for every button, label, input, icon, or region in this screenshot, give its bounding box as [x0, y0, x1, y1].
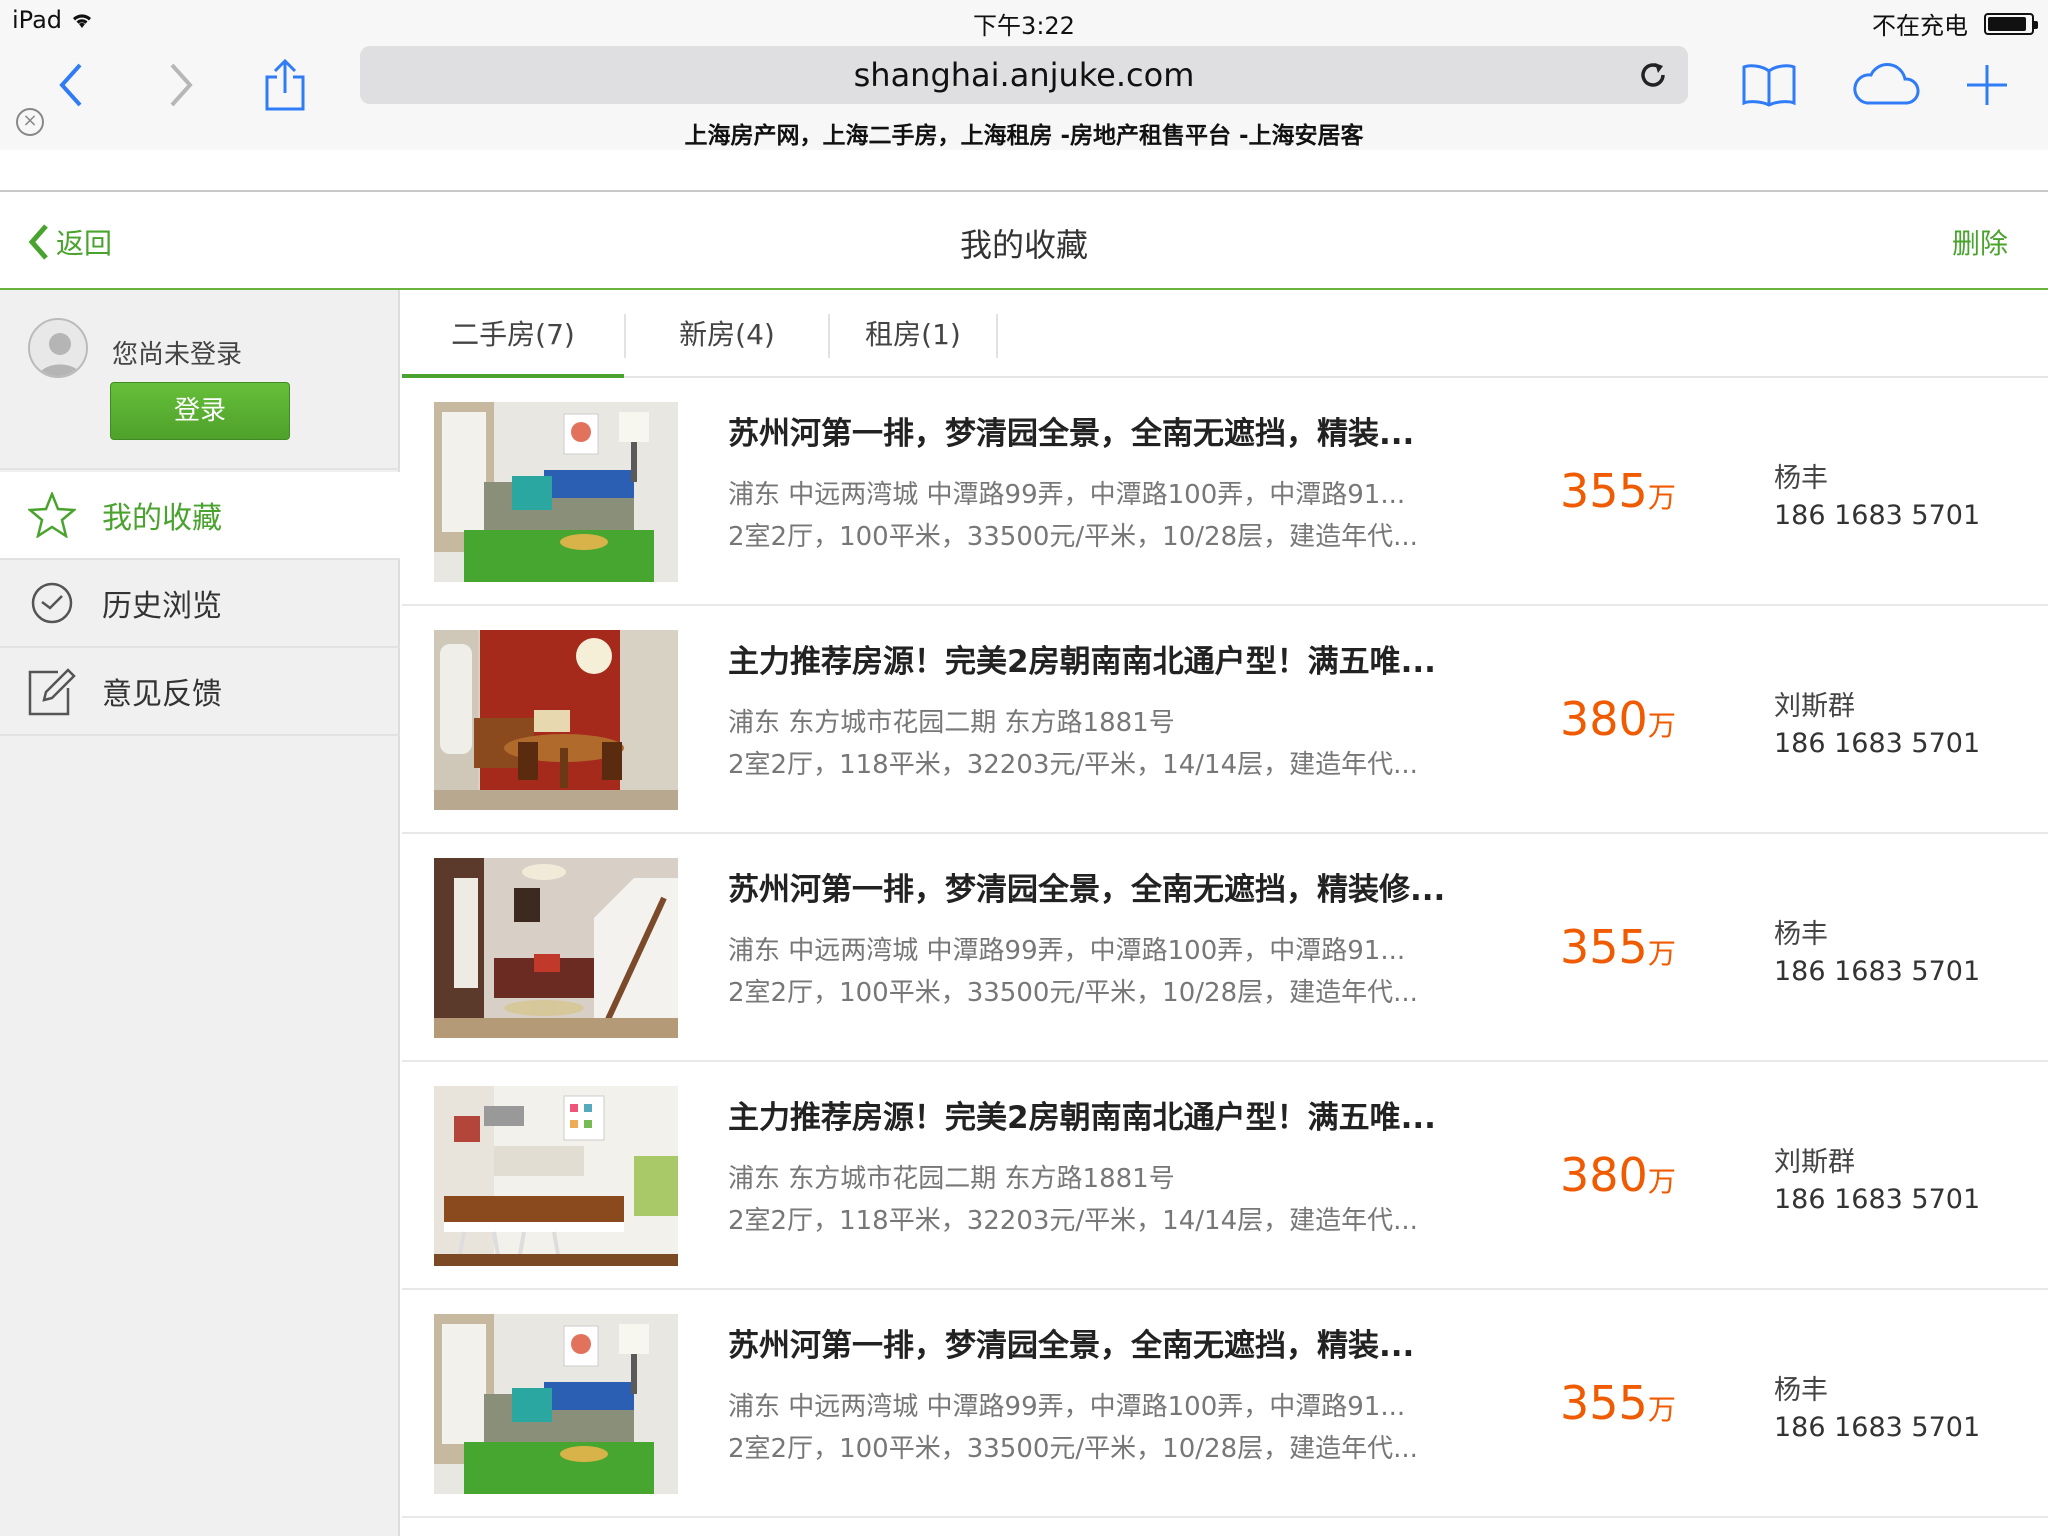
- tab-new-homes[interactable]: 新房(4): [626, 292, 828, 378]
- price-unit: 万: [1647, 481, 1676, 514]
- listing-details: 2室2厅，118平米，32203元/平米，14/14层，建造年代...: [728, 750, 1418, 780]
- listing-title[interactable]: 主力推荐房源！完美2房朝南南北通户型！满五唯...: [728, 1092, 1436, 1137]
- price-unit: 万: [1647, 1393, 1676, 1426]
- page-title: 上海房产网，上海二手房，上海租房 -房地产租售平台 -上海安居客: [684, 123, 1364, 149]
- agent-name: 杨丰: [1774, 463, 1828, 494]
- agent-name: 刘斯群: [1774, 1147, 1855, 1178]
- share-icon[interactable]: [250, 50, 320, 120]
- listing-address: 浦东 中远两湾城 中潭路99弄，中潭路100弄，中潭路91...: [728, 1392, 1406, 1422]
- tab-rentals[interactable]: 租房(1): [830, 292, 996, 378]
- agent-name: 杨丰: [1774, 1375, 1828, 1406]
- sidebar-item-history[interactable]: 历史浏览: [0, 560, 400, 648]
- sidebar-item-favorites[interactable]: 我的收藏: [0, 472, 400, 560]
- feedback-icon: [28, 668, 76, 716]
- tab-secondhand[interactable]: 二手房(7): [402, 292, 624, 378]
- listing-address: 浦东 中远两湾城 中潭路99弄，中潭路100弄，中潭路91...: [728, 936, 1406, 966]
- listing-address: 浦东 东方城市花园二期 东方路1881号: [728, 708, 1175, 738]
- listing-price: 355万: [1560, 920, 1676, 974]
- browser-toolbar: shanghai.anjuke.com 上海房产网，上海二手房，上海租房 -房地…: [0, 38, 2048, 150]
- reload-icon[interactable]: [1636, 58, 1670, 92]
- battery-icon: [1984, 12, 2038, 35]
- listing-row[interactable]: 主力推荐房源！完美2房朝南南北通户型！满五唯... 浦东 东方城市花园二期 东方…: [402, 606, 2048, 834]
- listing-photo[interactable]: [434, 1314, 678, 1494]
- listing-title[interactable]: 主力推荐房源！完美2房朝南南北通户型！满五唯...: [728, 636, 1436, 681]
- agent-name: 刘斯群: [1774, 691, 1855, 722]
- listing-title[interactable]: 苏州河第一排，梦清园全景，全南无遮挡，精装...: [728, 408, 1414, 453]
- listing-address: 浦东 东方城市花园二期 东方路1881号: [728, 1164, 1175, 1194]
- listing-details: 2室2厅，118平米，32203元/平米，14/14层，建造年代...: [728, 1206, 1418, 1236]
- listing-list: 苏州河第一排，梦清园全景，全南无遮挡，精装... 浦东 中远两湾城 中潭路99弄…: [402, 378, 2048, 1536]
- listing-title[interactable]: 苏州河第一排，梦清园全景，全南无遮挡，精装...: [728, 1320, 1414, 1365]
- header-title: 我的收藏: [959, 226, 1088, 264]
- agent-phone[interactable]: 186 1683 5701: [1774, 500, 1980, 531]
- sidebar-item-feedback[interactable]: 意见反馈: [0, 648, 400, 736]
- price-unit: 万: [1647, 709, 1676, 742]
- listing-address: 浦东 中远两湾城 中潭路99弄，中潭路100弄，中潭路91...: [728, 480, 1406, 510]
- price-value: 380: [1560, 692, 1648, 746]
- listing-row[interactable]: 主力推荐房源！完美2房朝南南北通户型！满五唯... 浦东 东方城市花园二期 东方…: [402, 1062, 2048, 1290]
- price-unit: 万: [1647, 937, 1676, 970]
- listing-price: 380万: [1560, 692, 1676, 746]
- agent-phone[interactable]: 186 1683 5701: [1774, 1184, 1980, 1215]
- close-tab-icon[interactable]: ×: [16, 108, 44, 136]
- divider: [996, 314, 998, 358]
- listing-price: 380万: [1560, 1148, 1676, 1202]
- history-icon: [31, 582, 73, 624]
- sidebar: 您尚未登录 登录 我的收藏 历史浏览 意见反馈: [0, 290, 400, 1536]
- listing-photo[interactable]: [434, 858, 678, 1038]
- new-tab-icon[interactable]: [1952, 50, 2022, 120]
- listing-details: 2室2厅，100平米，33500元/平米，10/28层，建造年代...: [728, 1434, 1418, 1464]
- category-tabs: 二手房(7) 新房(4) 租房(1): [402, 292, 2048, 378]
- forward-arrow-icon[interactable]: [146, 50, 216, 120]
- listing-photo[interactable]: [434, 402, 678, 582]
- charging-status: 不在充电: [1872, 12, 1968, 40]
- listing-photo[interactable]: [434, 1086, 678, 1266]
- sidebar-item-label: 我的收藏: [102, 501, 222, 536]
- star-icon: [28, 492, 76, 538]
- listing-photo[interactable]: [434, 630, 678, 810]
- price-unit: 万: [1647, 1165, 1676, 1198]
- price-value: 355: [1560, 1376, 1648, 1430]
- sidebar-item-label: 意见反馈: [102, 677, 222, 712]
- listing-row[interactable]: 苏州河第一排，梦清园全景，全南无遮挡，精装... 浦东 中远两湾城 中潭路99弄…: [402, 1290, 2048, 1518]
- delete-button[interactable]: 删除: [1952, 222, 2008, 262]
- status-bar: iPad 下午3:22 不在充电: [0, 0, 2048, 40]
- listing-price: 355万: [1560, 1376, 1676, 1430]
- listing-title[interactable]: 苏州河第一排，梦清园全景，全南无遮挡，精装修...: [728, 864, 1445, 909]
- price-value: 380: [1560, 1148, 1648, 1202]
- avatar-icon: [28, 318, 88, 378]
- price-value: 355: [1560, 464, 1648, 518]
- user-status: 您尚未登录: [112, 340, 243, 370]
- agent-name: 杨丰: [1774, 919, 1828, 950]
- clock: 下午3:22: [973, 12, 1075, 40]
- agent-phone[interactable]: 186 1683 5701: [1774, 956, 1980, 987]
- back-arrow-icon[interactable]: [36, 50, 106, 120]
- listing-details: 2室2厅，100平米，33500元/平米，10/28层，建造年代...: [728, 522, 1418, 552]
- listing-price: 355万: [1560, 464, 1676, 518]
- address-bar[interactable]: shanghai.anjuke.com: [360, 46, 1688, 104]
- listing-details: 2室2厅，100平米，33500元/平米，10/28层，建造年代...: [728, 978, 1418, 1008]
- sidebar-item-label: 历史浏览: [102, 589, 222, 624]
- url-text: shanghai.anjuke.com: [853, 56, 1195, 94]
- agent-phone[interactable]: 186 1683 5701: [1774, 1412, 1980, 1443]
- bookmarks-icon[interactable]: [1734, 50, 1804, 120]
- login-button[interactable]: 登录: [110, 382, 290, 440]
- price-value: 355: [1560, 920, 1648, 974]
- listing-row[interactable]: 苏州河第一排，梦清园全景，全南无遮挡，精装修... 浦东 中远两湾城 中潭路99…: [402, 834, 2048, 1062]
- app-header: 返回 我的收藏 删除: [0, 192, 2048, 290]
- listing-row[interactable]: 苏州河第一排，梦清园全景，全南无遮挡，精装... 浦东 中远两湾城 中潭路99弄…: [402, 378, 2048, 606]
- icloud-tabs-icon[interactable]: [1846, 50, 1926, 120]
- user-panel: 您尚未登录 登录: [0, 290, 400, 470]
- agent-phone[interactable]: 186 1683 5701: [1774, 728, 1980, 759]
